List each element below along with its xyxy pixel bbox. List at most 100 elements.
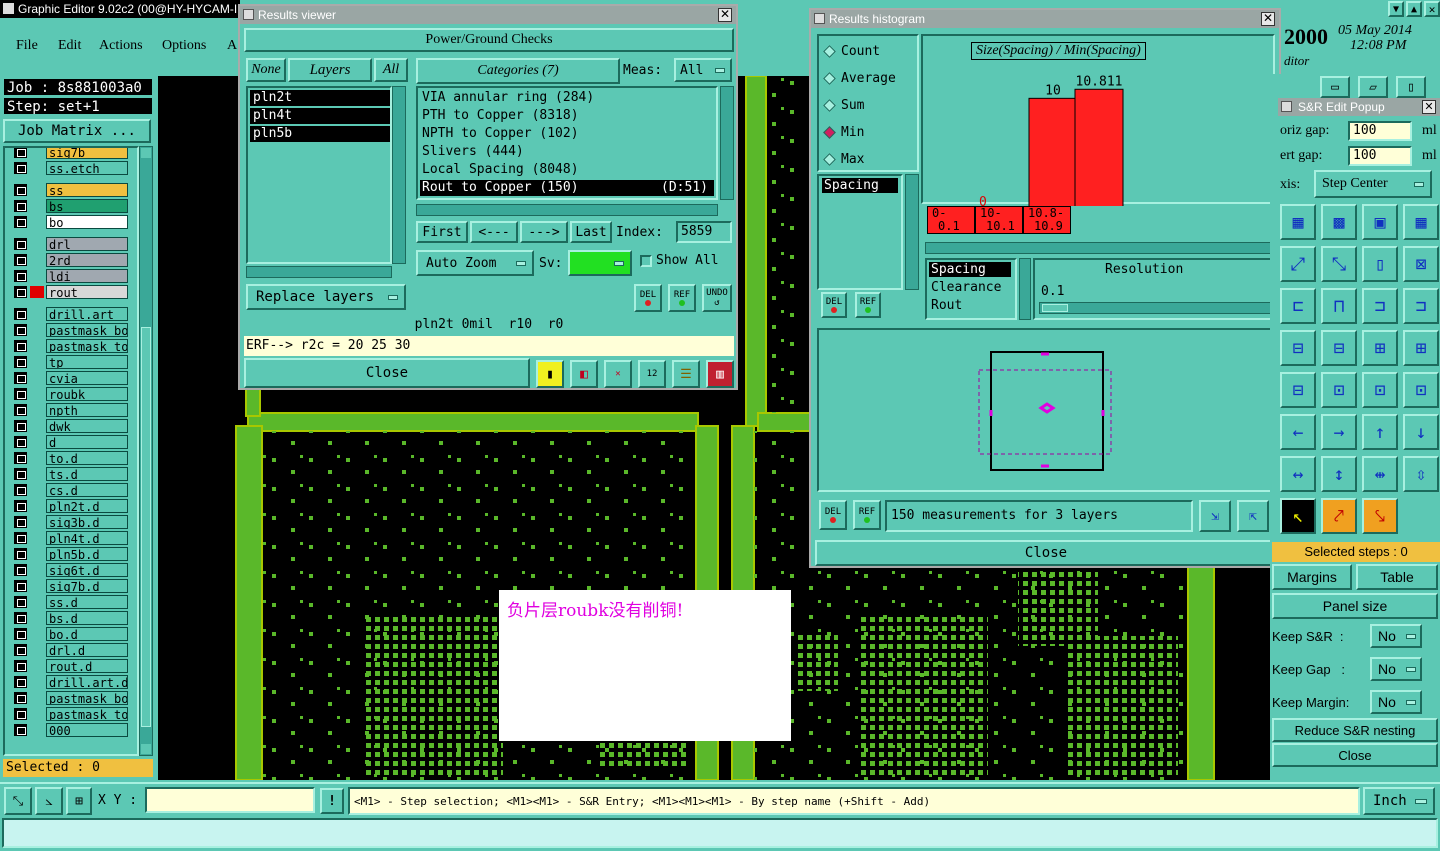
layer-row[interactable]: bs.d <box>10 610 128 625</box>
layer-row[interactable]: ldi <box>10 268 128 283</box>
rv-del-button[interactable]: DEL <box>634 284 662 312</box>
preview-del-button[interactable]: DEL <box>819 500 847 530</box>
rv-undo-button[interactable]: UNDO ↺ <box>702 284 732 312</box>
layer-checkbox[interactable] <box>14 499 27 512</box>
show-all-checkbox[interactable] <box>640 255 652 267</box>
cursor-icon[interactable]: ↖ <box>1280 498 1316 534</box>
layer-checkbox[interactable] <box>14 691 27 704</box>
layer-row[interactable]: pastmask_bot <box>10 322 128 337</box>
histogram-icon[interactable]: ▥ <box>706 360 734 388</box>
layer-row[interactable]: cvia <box>10 370 128 385</box>
layers-button[interactable]: Layers <box>288 58 372 82</box>
grid-b-icon[interactable]: ⊞ <box>1403 330 1439 366</box>
category-item[interactable]: VIA annular ring (284) <box>420 90 714 106</box>
maximize-icon[interactable]: ▲ <box>1406 1 1422 17</box>
layer-checkbox[interactable] <box>14 419 27 432</box>
layer-scrollbar[interactable] <box>139 146 153 756</box>
scroll-up-icon[interactable] <box>141 148 151 158</box>
spread-v-icon[interactable]: ↕ <box>1321 456 1357 492</box>
stat-radio-sum[interactable]: Sum <box>823 96 915 116</box>
replace-layers-select[interactable]: Replace layers <box>246 284 406 310</box>
layer-row[interactable]: ts.d <box>10 466 128 481</box>
layer-checkbox[interactable] <box>14 215 27 228</box>
layer-row[interactable]: drl.d <box>10 642 128 657</box>
all-layers-button[interactable]: All <box>374 58 408 82</box>
sv-select[interactable] <box>568 250 632 276</box>
minimize-icon[interactable]: ▼ <box>1388 1 1404 17</box>
first-button[interactable]: First <box>416 221 468 243</box>
layer-checkbox[interactable] <box>14 355 27 368</box>
layer-row[interactable]: sig7b <box>10 148 128 159</box>
reduce-sr-button[interactable]: Reduce S&R nesting <box>1272 718 1438 742</box>
zoom-fit-icon[interactable]: ⤡ <box>4 787 32 815</box>
notes-icon[interactable]: ☰ <box>672 360 700 388</box>
menu-more[interactable]: A <box>227 38 237 54</box>
table-button[interactable]: Table <box>1356 564 1438 590</box>
rv-layer-hscroll[interactable] <box>246 266 392 278</box>
category-item[interactable]: NPTH to Copper (102) <box>420 126 714 142</box>
center-v-icon[interactable]: ⇳ <box>1403 456 1439 492</box>
snapshot-icon[interactable]: ▮ <box>536 360 564 388</box>
layer-checkbox[interactable] <box>14 579 27 592</box>
layer-row[interactable]: pastmask_top <box>10 338 128 353</box>
layer-row[interactable]: rout.d <box>10 658 128 673</box>
layer-row[interactable]: drill.art <box>10 306 128 321</box>
layer-checkbox[interactable] <box>14 595 27 608</box>
layer-row[interactable]: tp <box>10 354 128 369</box>
layer-row[interactable]: cs.d <box>10 482 128 497</box>
layer-checkbox[interactable] <box>14 387 27 400</box>
category-item[interactable]: PTH to Copper (8318) <box>420 108 714 124</box>
layer-row[interactable]: bs <box>10 198 128 213</box>
align-left-icon[interactable]: ← <box>1280 414 1316 450</box>
alert-icon[interactable]: ! <box>320 788 344 814</box>
source-item[interactable]: Spacing <box>929 262 1011 277</box>
category-item[interactable]: Rout to Copper (150) (D:51) <box>420 180 714 196</box>
layer-row[interactable]: ss.etch <box>10 160 128 175</box>
categories-button[interactable]: Categories (7) <box>416 58 620 84</box>
layer-row[interactable]: 000 <box>10 722 128 737</box>
slider-thumb[interactable] <box>1042 304 1068 312</box>
none-button[interactable]: None <box>246 58 286 82</box>
axis-select[interactable]: Step Center <box>1314 170 1432 198</box>
layer-checkbox[interactable] <box>14 451 27 464</box>
layer-checkbox[interactable] <box>14 237 27 250</box>
layer-checkbox[interactable] <box>14 563 27 576</box>
layer-checkbox[interactable] <box>14 707 27 720</box>
flip-right-icon[interactable]: ⊐ <box>1403 288 1439 324</box>
row-d-icon[interactable]: ⊡ <box>1403 372 1439 408</box>
histogram-bar[interactable] <box>1028 97 1078 206</box>
align-top-icon[interactable]: ↑ <box>1362 414 1398 450</box>
histogram-bar[interactable] <box>1074 88 1124 206</box>
layer-row[interactable]: to.d <box>10 450 128 465</box>
layer-row[interactable]: d <box>10 434 128 449</box>
category-vscroll[interactable] <box>720 86 734 200</box>
move-diag-icon[interactable]: ⤢ <box>1280 246 1316 282</box>
menu-edit[interactable]: Edit <box>58 38 81 54</box>
horiz-gap-input[interactable]: 100 <box>1348 121 1412 141</box>
sr-top-icon-2[interactable]: ▱ <box>1358 76 1388 98</box>
category-item[interactable]: Local Spacing (8048) <box>420 162 714 178</box>
grid-icon[interactable]: ⊞ <box>66 787 92 815</box>
layer-checkbox[interactable] <box>14 339 27 352</box>
layer-checkbox[interactable] <box>14 611 27 624</box>
import-icon[interactable]: ⇱ <box>1237 500 1269 532</box>
layer-row[interactable]: drl <box>10 236 128 251</box>
pin-a-icon[interactable]: ⤤ <box>1321 498 1357 534</box>
hist-del-button[interactable]: DEL <box>821 292 847 318</box>
menu-file[interactable]: File <box>16 38 38 54</box>
scroll-thumb[interactable] <box>141 327 151 727</box>
vert-gap-input[interactable]: 100 <box>1348 146 1412 166</box>
layer-checkbox[interactable] <box>14 148 27 158</box>
rect-red-icon[interactable]: ▯ <box>1362 246 1398 282</box>
panel-size-button[interactable]: Panel size <box>1272 593 1438 619</box>
grid-a-icon[interactable]: ⊞ <box>1362 330 1398 366</box>
layer-checkbox[interactable] <box>14 659 27 672</box>
source-item[interactable]: Clearance <box>929 280 1011 295</box>
hist-close-icon[interactable]: ✕ <box>1261 12 1275 26</box>
measure-icon[interactable]: ⦣ <box>35 787 63 815</box>
keep-gap-select[interactable]: No <box>1370 657 1422 681</box>
sr-close-button[interactable]: Close <box>1272 743 1438 767</box>
meas-select[interactable]: All <box>674 58 732 82</box>
rv-layer-item[interactable]: pln2t <box>250 90 390 106</box>
export-icon[interactable]: ⇲ <box>1199 500 1231 532</box>
